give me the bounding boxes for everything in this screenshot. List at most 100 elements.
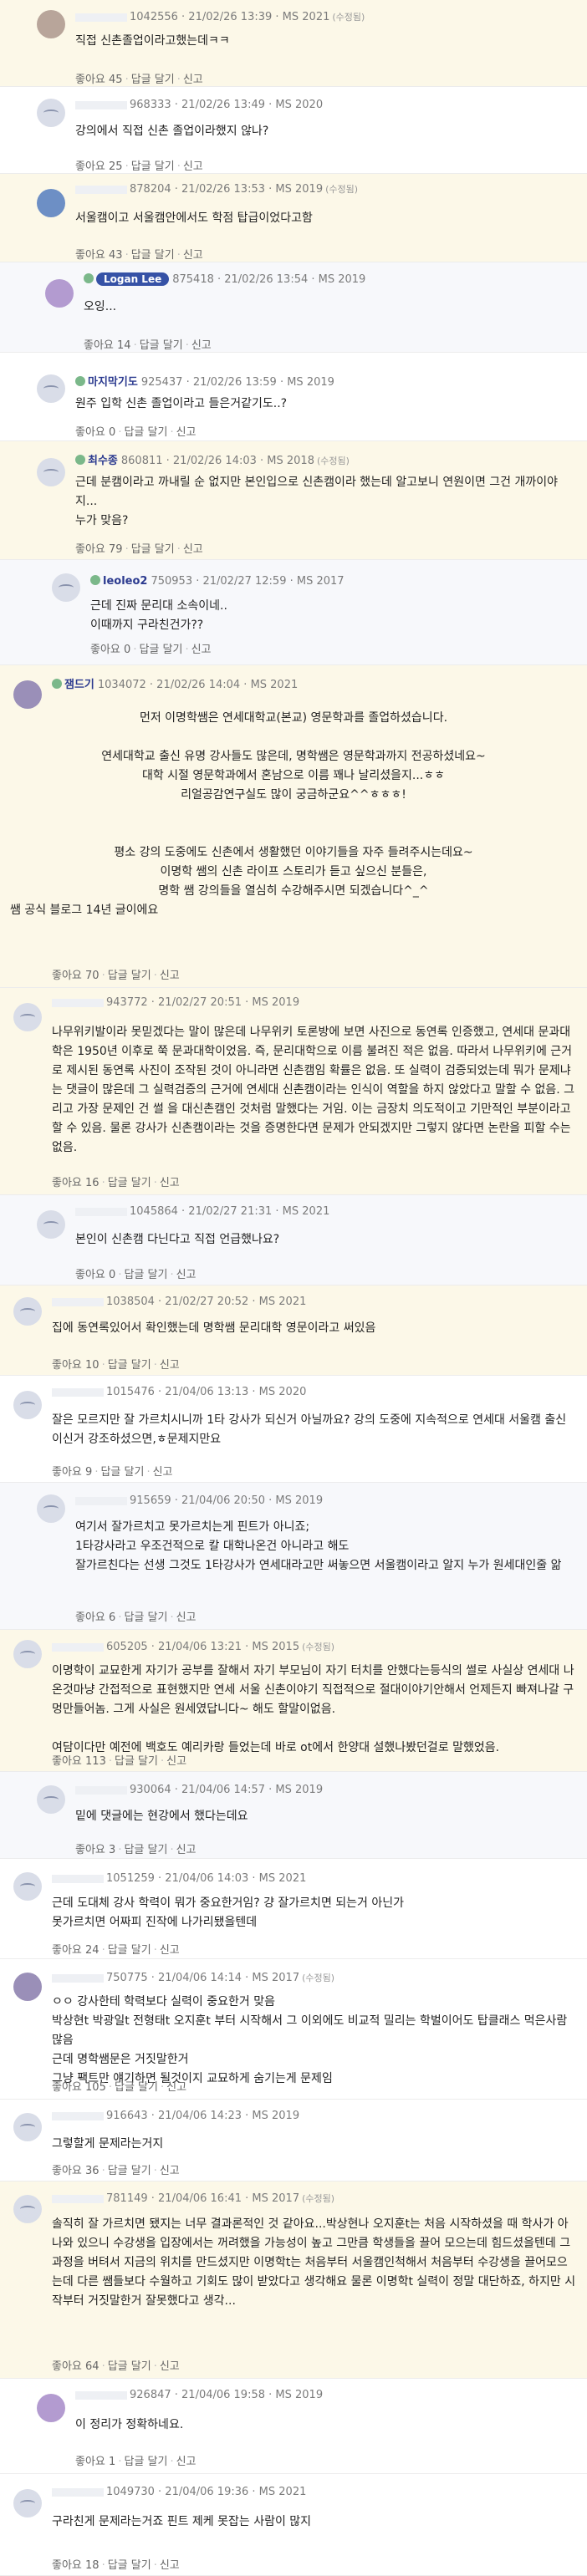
reply-button[interactable]: 답글 달기: [108, 1944, 151, 1957]
avatar[interactable]: [37, 99, 65, 127]
reply-button[interactable]: 답글 달기: [108, 2165, 151, 2177]
like-button[interactable]: 좋아요 16: [52, 1177, 100, 1189]
report-button[interactable]: 신고: [153, 1466, 173, 1479]
masked-author: [75, 1785, 127, 1795]
avatar[interactable]: [37, 2394, 65, 2422]
reply-button[interactable]: 답글 달기: [140, 339, 183, 352]
like-button[interactable]: 좋아요 105: [52, 2081, 106, 2094]
separator: ·: [101, 1177, 105, 1189]
author-name[interactable]: 마지막기도: [88, 376, 138, 389]
author-name[interactable]: 잼드기: [64, 679, 94, 691]
avatar[interactable]: [45, 279, 74, 308]
comment-meta: 605205 · 21/04/06 13:21 · MS 2015 (수정됨): [52, 1640, 334, 1653]
reply-button[interactable]: 답글 달기: [124, 2456, 167, 2468]
reply-button[interactable]: 답글 달기: [131, 543, 175, 556]
comment-info: 860811 · 21/02/26 14:03 · MS 2018: [120, 455, 314, 467]
separator: ·: [160, 2081, 165, 2094]
like-count: 113: [85, 1755, 106, 1768]
reply-button[interactable]: 답글 달기: [100, 1466, 144, 1479]
report-button[interactable]: 신고: [166, 1755, 186, 1768]
report-button[interactable]: 신고: [160, 1359, 180, 1372]
reply-button[interactable]: 답글 달기: [108, 2559, 151, 2572]
like-button[interactable]: 좋아요 70: [52, 970, 100, 982]
report-button[interactable]: 신고: [176, 1844, 197, 1856]
report-button[interactable]: 신고: [160, 2165, 180, 2177]
reply-button[interactable]: 답글 달기: [108, 2360, 151, 2373]
like-button[interactable]: 좋아요 0: [75, 426, 115, 439]
avatar[interactable]: [37, 189, 65, 217]
author-name[interactable]: leoleo2: [103, 575, 147, 588]
report-button[interactable]: 신고: [176, 2456, 197, 2468]
avatar[interactable]: [13, 1003, 42, 1031]
like-button[interactable]: 좋아요 10: [52, 1359, 100, 1372]
avatar[interactable]: [37, 1494, 65, 1523]
reply-button[interactable]: 답글 달기: [124, 1269, 167, 1281]
report-button[interactable]: 신고: [191, 339, 212, 352]
like-button[interactable]: 좋아요 3: [75, 1844, 115, 1856]
report-button[interactable]: 신고: [183, 160, 203, 173]
like-button[interactable]: 좋아요 36: [52, 2165, 100, 2177]
report-button[interactable]: 신고: [160, 970, 180, 982]
like-button[interactable]: 좋아요 14: [84, 339, 131, 352]
reply-button[interactable]: 답글 달기: [124, 426, 167, 439]
like-button[interactable]: 좋아요 1: [75, 2456, 115, 2468]
like-button[interactable]: 좋아요 18: [52, 2559, 100, 2572]
report-button[interactable]: 신고: [176, 426, 197, 439]
report-button[interactable]: 신고: [176, 1269, 197, 1281]
separator: ·: [101, 2559, 105, 2572]
avatar[interactable]: [37, 374, 65, 403]
like-button[interactable]: 좋아요 45: [75, 74, 123, 86]
reply-button[interactable]: 답글 달기: [139, 644, 182, 656]
author-badge[interactable]: Logan Lee: [96, 272, 170, 286]
like-button[interactable]: 좋아요 9: [52, 1466, 92, 1479]
like-button[interactable]: 좋아요 79: [75, 543, 123, 556]
avatar[interactable]: [13, 1391, 42, 1419]
like-button[interactable]: 좋아요 24: [52, 1944, 100, 1957]
like-button[interactable]: 좋아요 25: [75, 160, 123, 173]
reply-button[interactable]: 답글 달기: [131, 160, 175, 173]
avatar[interactable]: [13, 1297, 42, 1326]
avatar[interactable]: [13, 2195, 42, 2223]
report-button[interactable]: 신고: [160, 1177, 180, 1189]
like-label: 좋아요: [75, 160, 105, 173]
avatar[interactable]: [13, 2113, 42, 2141]
avatar[interactable]: [52, 573, 80, 602]
avatar[interactable]: [37, 458, 65, 486]
reply-button[interactable]: 답글 달기: [124, 1844, 167, 1856]
like-button[interactable]: 좋아요 64: [52, 2360, 100, 2373]
reply-button[interactable]: 답글 달기: [131, 74, 175, 86]
report-button[interactable]: 신고: [183, 249, 203, 262]
report-button[interactable]: 신고: [160, 2559, 180, 2572]
author-name[interactable]: 최수종: [88, 455, 118, 467]
avatar[interactable]: [13, 1872, 42, 1901]
report-button[interactable]: 신고: [166, 2081, 186, 2094]
reply-button[interactable]: 답글 달기: [115, 2081, 158, 2094]
reply-button[interactable]: 답글 달기: [131, 249, 175, 262]
avatar[interactable]: [13, 1640, 42, 1668]
report-button[interactable]: 신고: [160, 1944, 180, 1957]
avatar[interactable]: [13, 2489, 42, 2517]
report-button[interactable]: 신고: [160, 2360, 180, 2373]
like-button[interactable]: 좋아요 0: [90, 644, 130, 656]
avatar[interactable]: [13, 680, 42, 709]
report-button[interactable]: 신고: [183, 74, 203, 86]
like-label: 좋아요: [75, 543, 105, 556]
avatar[interactable]: [13, 1973, 42, 2001]
comment-meta: 750775 · 21/04/06 14:14 · MS 2017 (수정됨): [52, 1971, 334, 1984]
avatar[interactable]: [37, 1210, 65, 1239]
reply-button[interactable]: 답글 달기: [108, 970, 151, 982]
report-button[interactable]: 신고: [183, 543, 203, 556]
report-button[interactable]: 신고: [191, 644, 212, 656]
reply-button[interactable]: 답글 달기: [124, 1611, 167, 1624]
edited-label: (수정됨): [332, 12, 365, 23]
reply-button[interactable]: 답글 달기: [108, 1177, 151, 1189]
like-button[interactable]: 좋아요 43: [75, 249, 123, 262]
like-button[interactable]: 좋아요 0: [75, 1269, 115, 1281]
report-button[interactable]: 신고: [176, 1611, 197, 1624]
reply-button[interactable]: 답글 달기: [115, 1755, 158, 1768]
avatar[interactable]: [37, 10, 65, 38]
avatar[interactable]: [37, 1785, 65, 1814]
like-button[interactable]: 좋아요 6: [75, 1611, 115, 1624]
like-button[interactable]: 좋아요 113: [52, 1755, 106, 1768]
reply-button[interactable]: 답글 달기: [108, 1359, 151, 1372]
